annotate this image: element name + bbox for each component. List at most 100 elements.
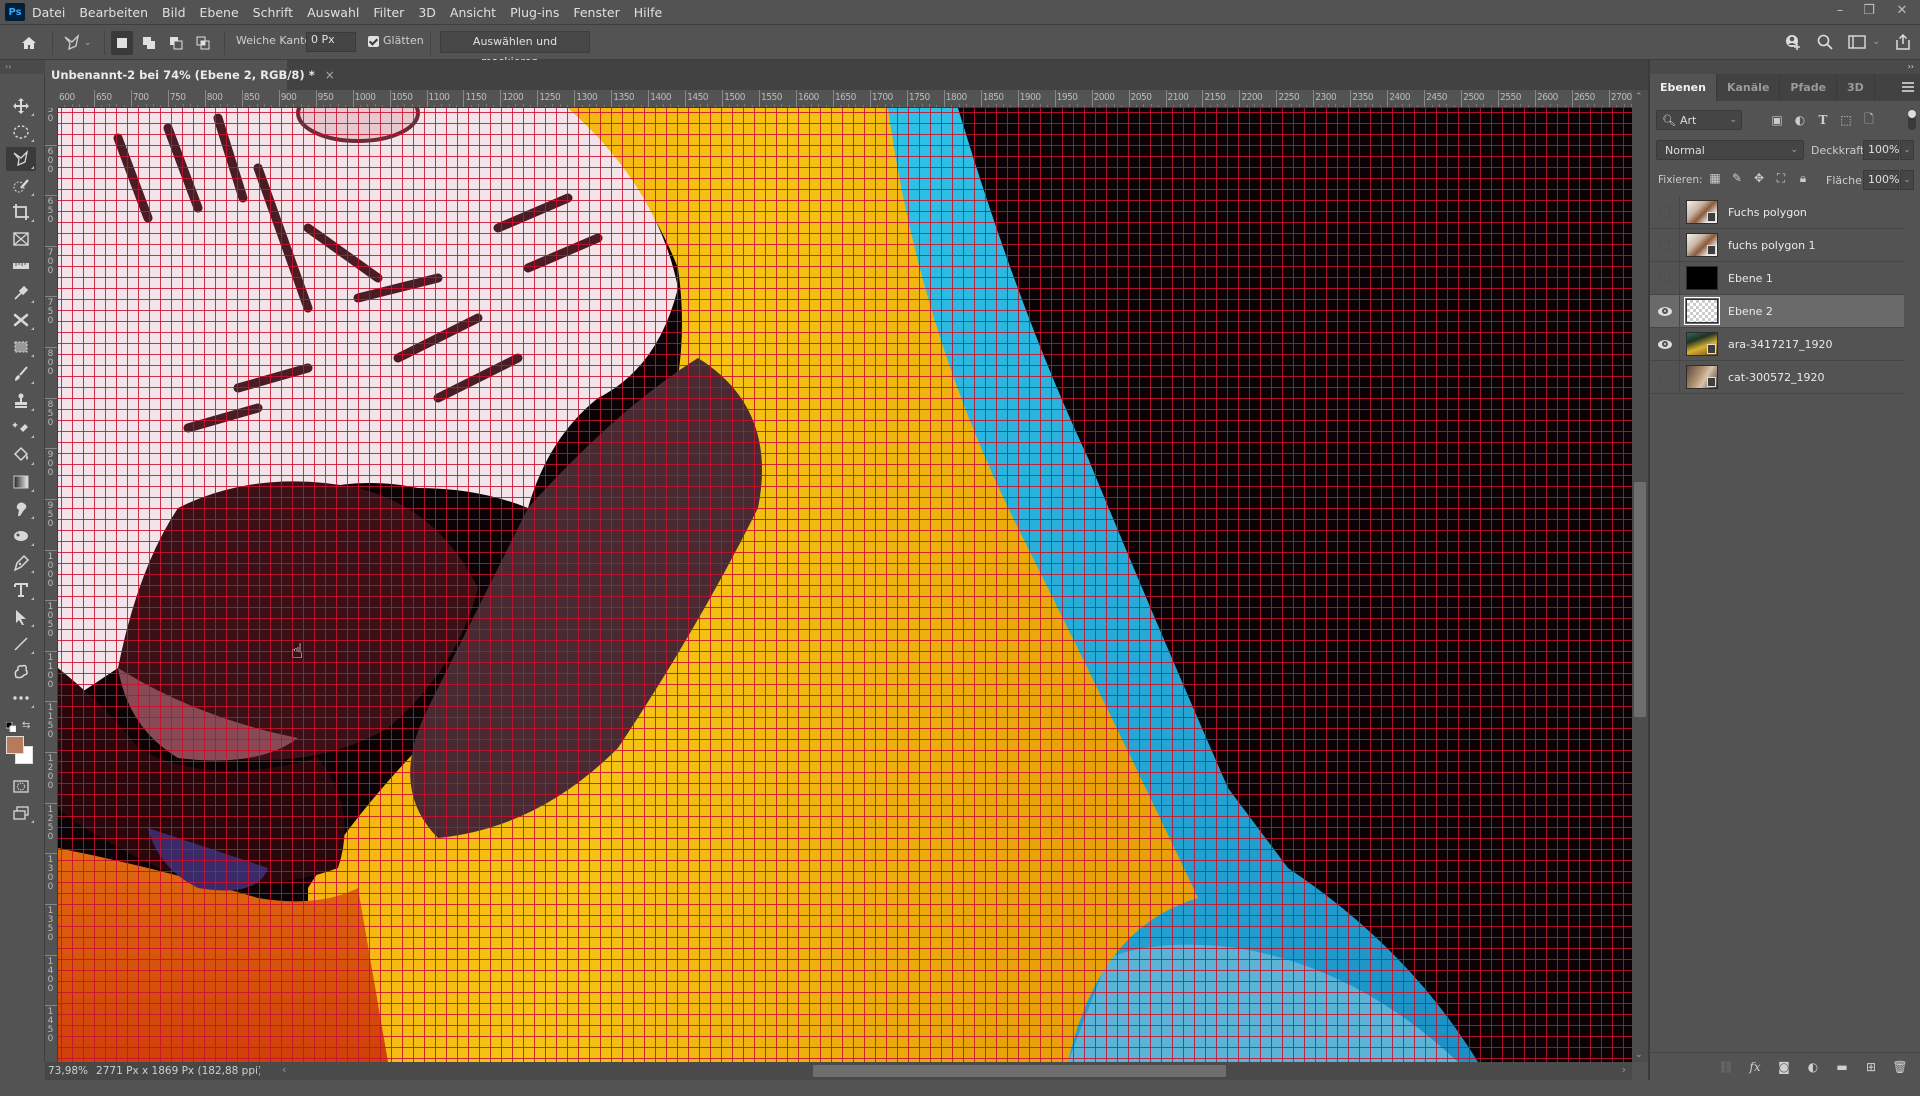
restore-button[interactable]: ❐ xyxy=(1855,0,1883,20)
toolbar-collapse-button[interactable]: ›› xyxy=(0,60,45,74)
quick-selection-tool[interactable] xyxy=(6,174,36,198)
home-button[interactable] xyxy=(18,32,40,54)
layer-row[interactable]: fuchs polygon 1 xyxy=(1650,228,1904,262)
select-and-mask-button[interactable]: Auswählen und maskieren... xyxy=(440,31,590,68)
layer-thumbnail[interactable] xyxy=(1684,297,1720,325)
share-user-icon[interactable] xyxy=(1784,33,1802,51)
scroll-up-icon[interactable]: ⌃ xyxy=(1635,92,1643,102)
clone-stamp-tool[interactable] xyxy=(6,389,36,413)
new-selection-button[interactable] xyxy=(111,31,133,55)
opacity-input[interactable]: 100% xyxy=(1863,140,1899,160)
panel-menu-icon[interactable] xyxy=(1902,82,1914,92)
filter-toggle[interactable] xyxy=(1908,110,1916,130)
vertical-scroll-thumb[interactable] xyxy=(1634,481,1646,718)
feather-input[interactable]: 0 Px xyxy=(306,32,356,52)
layer-row[interactable]: Ebene 2 xyxy=(1650,294,1904,328)
search-icon[interactable] xyxy=(1816,33,1834,51)
swap-colors-icon[interactable]: ⇆ xyxy=(22,720,30,731)
lock-image-pixels-icon[interactable]: ✎ xyxy=(1730,171,1744,185)
eyedropper-tool[interactable] xyxy=(6,281,36,305)
lock-all-icon[interactable]: 🔒︎ xyxy=(1796,171,1810,185)
layer-thumbnail[interactable] xyxy=(1686,365,1718,389)
layer-visibility-toggle[interactable] xyxy=(1650,294,1680,328)
tab-3d[interactable]: 3D xyxy=(1837,74,1875,101)
type-tool[interactable] xyxy=(6,578,36,602)
layer-thumbnail[interactable] xyxy=(1686,233,1718,257)
fill-input[interactable]: 100% xyxy=(1863,170,1899,190)
layer-row[interactable]: Ebene 1 xyxy=(1650,261,1904,295)
filter-smart-object-icon[interactable]: 🗋︎ xyxy=(1862,112,1876,127)
brush-tool[interactable] xyxy=(6,362,36,386)
layer-visibility-toggle[interactable] xyxy=(1650,228,1680,262)
minimize-button[interactable]: – xyxy=(1826,0,1854,20)
layer-visibility-toggle[interactable] xyxy=(1650,360,1680,394)
new-layer-icon[interactable]: ⊞ xyxy=(1863,1059,1879,1075)
edit-toolbar-button[interactable] xyxy=(6,686,36,710)
menu-datei[interactable]: Datei xyxy=(25,0,72,25)
menu-filter[interactable]: Filter xyxy=(366,0,411,25)
layer-visibility-toggle[interactable] xyxy=(1650,261,1680,295)
layer-thumbnail[interactable] xyxy=(1686,200,1718,224)
share-export-icon[interactable] xyxy=(1894,33,1912,51)
foreground-color-swatch[interactable] xyxy=(6,736,24,754)
tool-preset-picker[interactable]: ⌄ xyxy=(60,32,94,54)
smudge-tool[interactable] xyxy=(6,497,36,521)
layer-visibility-toggle[interactable] xyxy=(1650,327,1680,361)
layer-thumbnail[interactable] xyxy=(1686,266,1718,290)
layer-thumbnail[interactable] xyxy=(1686,332,1718,356)
subtract-from-selection-button[interactable] xyxy=(165,31,187,55)
layer-name[interactable]: Ebene 1 xyxy=(1728,272,1773,285)
link-layers-icon[interactable]: ⛓ xyxy=(1718,1059,1734,1075)
panel-collapse-button[interactable]: ›› xyxy=(1650,60,1920,74)
menu-schrift[interactable]: Schrift xyxy=(246,0,300,25)
add-to-selection-button[interactable] xyxy=(138,31,160,55)
layer-name[interactable]: Fuchs polygon xyxy=(1728,206,1807,219)
menu-ebene[interactable]: Ebene xyxy=(193,0,246,25)
scroll-right-icon[interactable]: › xyxy=(1622,1063,1626,1076)
filter-adjustment-icon[interactable]: ◐ xyxy=(1793,113,1807,127)
line-tool[interactable] xyxy=(6,632,36,656)
layer-name[interactable]: ara-3417217_1920 xyxy=(1728,338,1832,351)
layers-scrollbar[interactable] xyxy=(1904,196,1920,1096)
gradient-tool[interactable] xyxy=(6,470,36,494)
add-mask-icon[interactable]: ◙ xyxy=(1776,1059,1792,1075)
workspace-switcher[interactable]: ⌄ xyxy=(1848,34,1880,50)
menu-ansicht[interactable]: Ansicht xyxy=(443,0,503,25)
opacity-dropdown-button[interactable]: ⌄ xyxy=(1900,140,1914,160)
close-window-button[interactable]: ✕ xyxy=(1884,0,1920,20)
vertical-ruler[interactable]: 550 600 650 700 750 800 850 900 950 1000 1050 1100 1… xyxy=(45,108,58,1062)
adjustment-layer-icon[interactable]: ◐ xyxy=(1805,1059,1821,1075)
layer-visibility-toggle[interactable] xyxy=(1650,195,1680,229)
tab-kanaele[interactable]: Kanäle xyxy=(1717,74,1781,101)
polygon-lasso-tool[interactable] xyxy=(6,147,36,171)
healing-tool[interactable] xyxy=(6,308,36,332)
quick-mask-button[interactable] xyxy=(6,774,36,798)
path-selection-tool[interactable] xyxy=(6,605,36,629)
intersect-selection-button[interactable] xyxy=(192,31,214,55)
ruler-tool[interactable] xyxy=(6,254,36,278)
screen-mode-button[interactable] xyxy=(6,801,36,825)
lock-artboard-icon[interactable]: ⛶ xyxy=(1774,171,1788,185)
filter-type-icon[interactable]: T xyxy=(1816,113,1830,127)
menu-plugins[interactable]: Plug-ins xyxy=(503,0,566,25)
layer-row[interactable]: ara-3417217_1920 xyxy=(1650,327,1904,361)
scroll-left-icon[interactable]: ‹ xyxy=(282,1063,286,1076)
menu-hilfe[interactable]: Hilfe xyxy=(627,0,669,25)
trash-icon[interactable]: 🗑︎ xyxy=(1892,1059,1908,1075)
fill-dropdown-button[interactable]: ⌄ xyxy=(1900,170,1914,190)
menu-auswahl[interactable]: Auswahl xyxy=(300,0,366,25)
layer-filter-select[interactable]: 🔍︎ Art ⌄ xyxy=(1656,110,1742,130)
paint-bucket-tool[interactable] xyxy=(6,443,36,467)
horizontal-ruler[interactable]: 600 650 700 750 800 850 900 950 1000 1050 1100 1150… xyxy=(58,90,1636,108)
filter-pixel-icon[interactable]: ▣ xyxy=(1770,113,1784,127)
crop-tool[interactable] xyxy=(6,200,36,224)
marquee-tool[interactable] xyxy=(6,120,36,144)
smooth-checkbox[interactable] xyxy=(368,36,379,47)
default-colors-icon[interactable] xyxy=(6,722,16,732)
scroll-down-icon[interactable]: ⌄ xyxy=(1635,1050,1643,1060)
lock-transparent-pixels-icon[interactable]: ▦ xyxy=(1708,171,1722,185)
dodge-tool[interactable] xyxy=(6,524,36,548)
layer-name[interactable]: fuchs polygon 1 xyxy=(1728,239,1816,252)
menu-bild[interactable]: Bild xyxy=(155,0,192,25)
zoom-level[interactable]: 73,98% xyxy=(45,1065,88,1077)
